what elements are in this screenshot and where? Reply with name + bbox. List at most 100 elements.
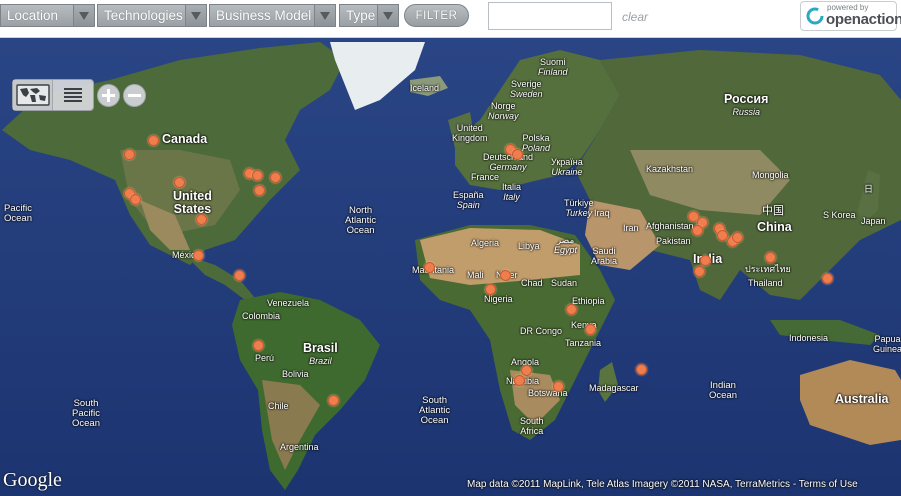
label-japan: Japan — [861, 216, 886, 226]
business-model-dropdown-label: Business Model — [210, 5, 314, 26]
project-marker[interactable] — [234, 270, 245, 281]
project-marker[interactable] — [692, 225, 703, 236]
project-marker[interactable] — [694, 266, 705, 277]
type-dropdown-label: Type — [340, 5, 377, 26]
label-venezuela: Venezuela — [267, 298, 310, 308]
label-saudi-arabia: Saudi Arabia — [591, 246, 617, 266]
view-toggle — [12, 79, 94, 111]
project-marker[interactable] — [512, 149, 523, 160]
label-south-africa: South Africa — [520, 416, 544, 436]
label-south-africa-line2: Africa — [520, 426, 544, 436]
project-marker[interactable] — [124, 149, 135, 160]
project-marker[interactable] — [424, 262, 435, 273]
project-marker[interactable] — [148, 135, 159, 146]
label-tanzania: Tanzania — [565, 338, 602, 348]
search-input[interactable] — [488, 2, 612, 30]
label-pakistan: Pakistan — [656, 236, 691, 246]
world-map[interactable]: Canada United States México Venezuela Col… — [0, 38, 901, 496]
label-spac-line3: Ocean — [72, 418, 100, 429]
terms-of-use-link[interactable]: Terms of Use — [799, 479, 858, 490]
openaction-logo[interactable]: powered by openaction — [800, 1, 901, 31]
label-us-line1: United — [173, 189, 212, 203]
project-marker[interactable] — [700, 255, 711, 266]
label-chad: Chad — [521, 278, 543, 288]
project-marker[interactable] — [500, 270, 511, 281]
chevron-down-icon — [377, 5, 398, 26]
label-australia: Australia — [835, 392, 889, 406]
zoom-in-button[interactable] — [97, 83, 120, 107]
project-marker[interactable] — [566, 304, 577, 315]
list-icon — [64, 88, 82, 102]
label-uk-line2: Kingdom — [452, 133, 488, 143]
label-kazakhstan: Kazakhstan — [646, 164, 694, 174]
project-marker[interactable] — [270, 172, 281, 183]
label-turkey-sub: Turkey — [565, 208, 593, 218]
chevron-down-icon — [73, 5, 94, 26]
label-turkiye: Türkiye Turkey — [564, 198, 594, 218]
project-marker[interactable] — [553, 381, 564, 392]
technologies-dropdown[interactable]: Technologies — [97, 4, 207, 27]
minus-icon — [128, 93, 141, 97]
project-marker[interactable] — [174, 177, 185, 188]
label-espana: España Spain — [453, 190, 484, 210]
map-view-button[interactable] — [13, 80, 53, 110]
project-marker[interactable] — [521, 365, 532, 376]
label-brasil: Brasil Brazil — [303, 342, 338, 368]
project-marker[interactable] — [485, 284, 496, 295]
label-saudi-line1: Saudi — [592, 246, 616, 256]
project-marker[interactable] — [254, 185, 265, 196]
label-polska-name: Polska — [522, 133, 550, 143]
business-model-dropdown[interactable]: Business Model — [209, 4, 336, 27]
label-united-kingdom: United Kingdom — [452, 123, 488, 143]
filter-button[interactable]: FILTER — [404, 4, 469, 27]
label-italia-name: Italia — [502, 182, 522, 192]
project-marker[interactable] — [636, 364, 647, 375]
list-view-button[interactable] — [53, 80, 93, 110]
project-marker[interactable] — [196, 214, 207, 225]
chevron-down-icon — [314, 5, 335, 26]
label-germany-sub: Germany — [489, 162, 527, 172]
type-dropdown[interactable]: Type — [339, 4, 399, 27]
label-argentina: Argentina — [280, 442, 319, 452]
label-deutschland: Deutschland Germany — [483, 152, 533, 172]
project-marker[interactable] — [253, 340, 264, 351]
project-marker[interactable] — [585, 324, 596, 335]
location-dropdown[interactable]: Location — [0, 4, 95, 27]
project-marker[interactable] — [822, 273, 833, 284]
label-norge: Norge Norway — [488, 101, 519, 121]
label-sudan: Sudan — [551, 278, 578, 288]
label-polska: Polska Poland — [522, 133, 550, 153]
label-papua: Papua Guinea — [873, 334, 901, 354]
label-ukraina: Україна Ukraine — [551, 157, 583, 177]
label-indonesia: Indonesia — [789, 333, 829, 343]
label-russia-sub: Russia — [732, 107, 760, 117]
label-mongolia: Mongolia — [752, 170, 789, 180]
label-pacific-line2: Ocean — [4, 213, 32, 224]
clear-link[interactable]: clear — [622, 10, 648, 24]
label-turkiye-name: Türkiye — [564, 198, 594, 208]
label-pacific-ocean: Pacific Ocean — [4, 204, 32, 224]
label-rossiya-name: Россия — [724, 92, 769, 106]
label-finland-sub: Finland — [538, 67, 568, 77]
label-iceland: Iceland — [410, 83, 440, 93]
label-brazil-sub: Brazil — [309, 356, 332, 366]
label-spain-sub: Spain — [456, 200, 480, 210]
label-algeria: Algeria — [471, 238, 500, 248]
label-france: France — [471, 172, 500, 182]
label-s-korea: S Korea — [823, 210, 856, 220]
label-south-pacific-ocean: South Pacific Ocean — [72, 399, 100, 429]
label-peru: Perú — [255, 353, 275, 363]
attribution-text: Map data ©2011 MapLink, Tele Atlas Image… — [467, 479, 799, 490]
zoom-out-button[interactable] — [123, 83, 146, 107]
project-marker[interactable] — [514, 375, 525, 386]
plus-icon — [102, 88, 115, 102]
project-marker[interactable] — [765, 252, 776, 263]
openaction-logo-icon — [806, 7, 824, 25]
project-marker[interactable] — [732, 232, 743, 243]
project-marker[interactable] — [193, 250, 204, 261]
project-marker[interactable] — [252, 170, 263, 181]
project-marker[interactable] — [328, 395, 339, 406]
label-egypt: مصر Egypt — [554, 235, 577, 255]
google-logo[interactable]: Google — [3, 469, 62, 492]
project-marker[interactable] — [130, 194, 141, 205]
